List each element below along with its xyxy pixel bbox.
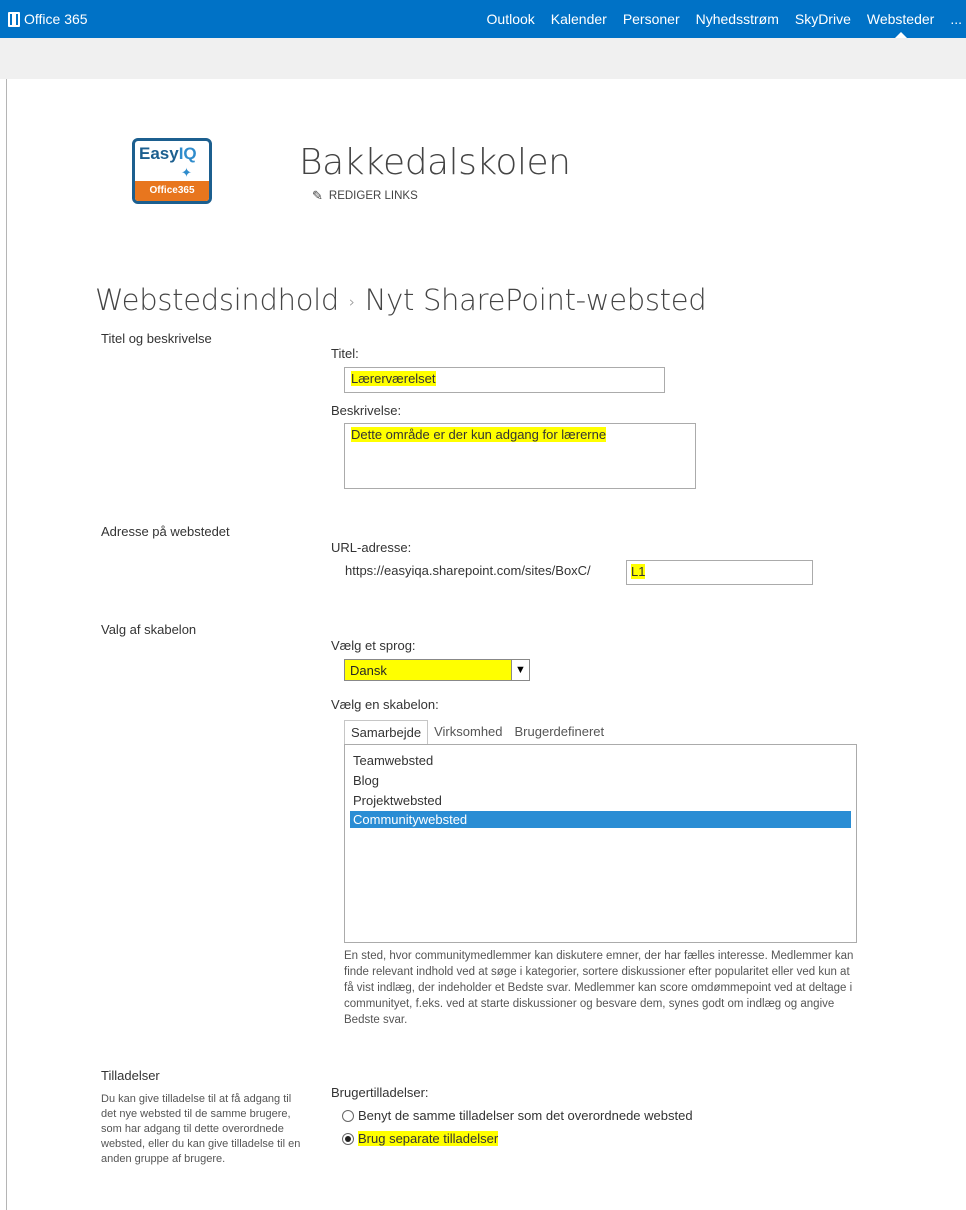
logo-text: EasyIQ (139, 144, 197, 163)
tab-virksomhed[interactable]: Virksomhed (428, 720, 508, 745)
tab-samarbejde[interactable]: Samarbejde (344, 720, 429, 745)
nav-outlook[interactable]: Outlook (479, 0, 543, 38)
template-blog[interactable]: Blog (350, 772, 851, 789)
permissions-description: Du kan give tilladelse til at få adgang … (101, 1093, 301, 1165)
edit-links-button[interactable]: ✎ REDIGER LINKS (312, 188, 418, 204)
template-communitywebsted[interactable]: Communitywebsted (350, 811, 851, 828)
tab-brugerdefineret[interactable]: Brugerdefineret (509, 720, 611, 745)
breadcrumb: Webstedsindhold › Nyt SharePoint-websted (95, 283, 707, 317)
radio-unique-circle[interactable] (342, 1132, 354, 1145)
nav-personer[interactable]: Personer (615, 0, 688, 38)
ribbon (0, 38, 966, 79)
suite-bar: Office 365 Outlook Kalender Personer Nyh… (0, 0, 966, 38)
nav-skydrive[interactable]: SkyDrive (787, 0, 859, 38)
language-value: Dansk (350, 663, 387, 678)
site-logo[interactable]: EasyIQ ✦ Office365 (132, 138, 212, 204)
site-title[interactable]: Bakkedalskolen (299, 142, 571, 183)
section-permissions: Tilladelser (101, 1068, 160, 1083)
template-teamwebsted[interactable]: Teamwebsted (350, 752, 851, 769)
title-label: Titel: (331, 346, 359, 361)
chevron-down-icon: ▼ (511, 660, 529, 680)
breadcrumb-current: Nyt SharePoint-websted (364, 283, 707, 317)
description-textarea[interactable]: Dette område er der kun adgang for lærer… (344, 423, 696, 489)
language-label: Vælg et sprog: (331, 638, 416, 653)
nav-more[interactable]: ... (942, 0, 966, 38)
office-logo-icon (8, 11, 20, 27)
nav-websteder[interactable]: Websteder (859, 0, 942, 38)
radio-inherit-circle[interactable] (342, 1109, 354, 1122)
template-description: En sted, hvor communitymedlemmer kan dis… (344, 950, 854, 1026)
breadcrumb-separator-icon: › (349, 293, 355, 311)
left-border (6, 79, 7, 1210)
section-title-description: Titel og beskrivelse (101, 331, 212, 346)
template-label: Vælg en skabelon: (331, 697, 439, 712)
language-select[interactable]: Dansk ▼ (344, 659, 530, 681)
nav-kalender[interactable]: Kalender (543, 0, 615, 38)
nav-nyhedsstroem[interactable]: Nyhedsstrøm (688, 0, 787, 38)
title-value: Lærerværelset (351, 371, 436, 386)
radio-unique-label: Brug separate tilladelser (358, 1131, 499, 1146)
office365-brand[interactable]: Office 365 (8, 11, 88, 27)
url-label: URL-adresse: (331, 540, 412, 555)
section-address: Adresse på webstedet (101, 524, 230, 539)
radio-inherit-permissions[interactable]: Benyt de samme tilladelser som det overo… (342, 1108, 693, 1123)
url-prefix: https://easyiqa.sharepoint.com/sites/Box… (345, 563, 591, 578)
url-input[interactable]: L1 (626, 560, 813, 585)
radio-inherit-label: Benyt de samme tilladelser som det overo… (358, 1108, 693, 1123)
template-projektwebsted[interactable]: Projektwebsted (350, 792, 851, 809)
edit-links-label: REDIGER LINKS (328, 190, 418, 202)
radio-unique-permissions[interactable]: Brug separate tilladelser (342, 1131, 499, 1146)
template-tabs: Samarbejde Virksomhed Brugerdefineret (344, 720, 610, 745)
section-template: Valg af skabelon (101, 622, 197, 637)
url-value: L1 (631, 564, 646, 579)
brand-label: Office 365 (24, 11, 88, 27)
template-listbox[interactable]: Teamwebsted Blog Projektwebsted Communit… (344, 744, 857, 943)
user-permissions-label: Brugertilladelser: (331, 1085, 429, 1100)
description-value: Dette område er der kun adgang for lærer… (351, 427, 607, 442)
suite-nav: Outlook Kalender Personer Nyhedsstrøm Sk… (479, 0, 966, 38)
logo-office365: Office365 (135, 181, 209, 201)
breadcrumb-parent[interactable]: Webstedsindhold (95, 283, 339, 317)
title-input[interactable]: Lærerværelset (344, 367, 665, 393)
pencil-icon: ✎ (312, 188, 323, 203)
description-label: Beskrivelse: (331, 403, 402, 418)
bird-icon: ✦ (181, 165, 192, 180)
